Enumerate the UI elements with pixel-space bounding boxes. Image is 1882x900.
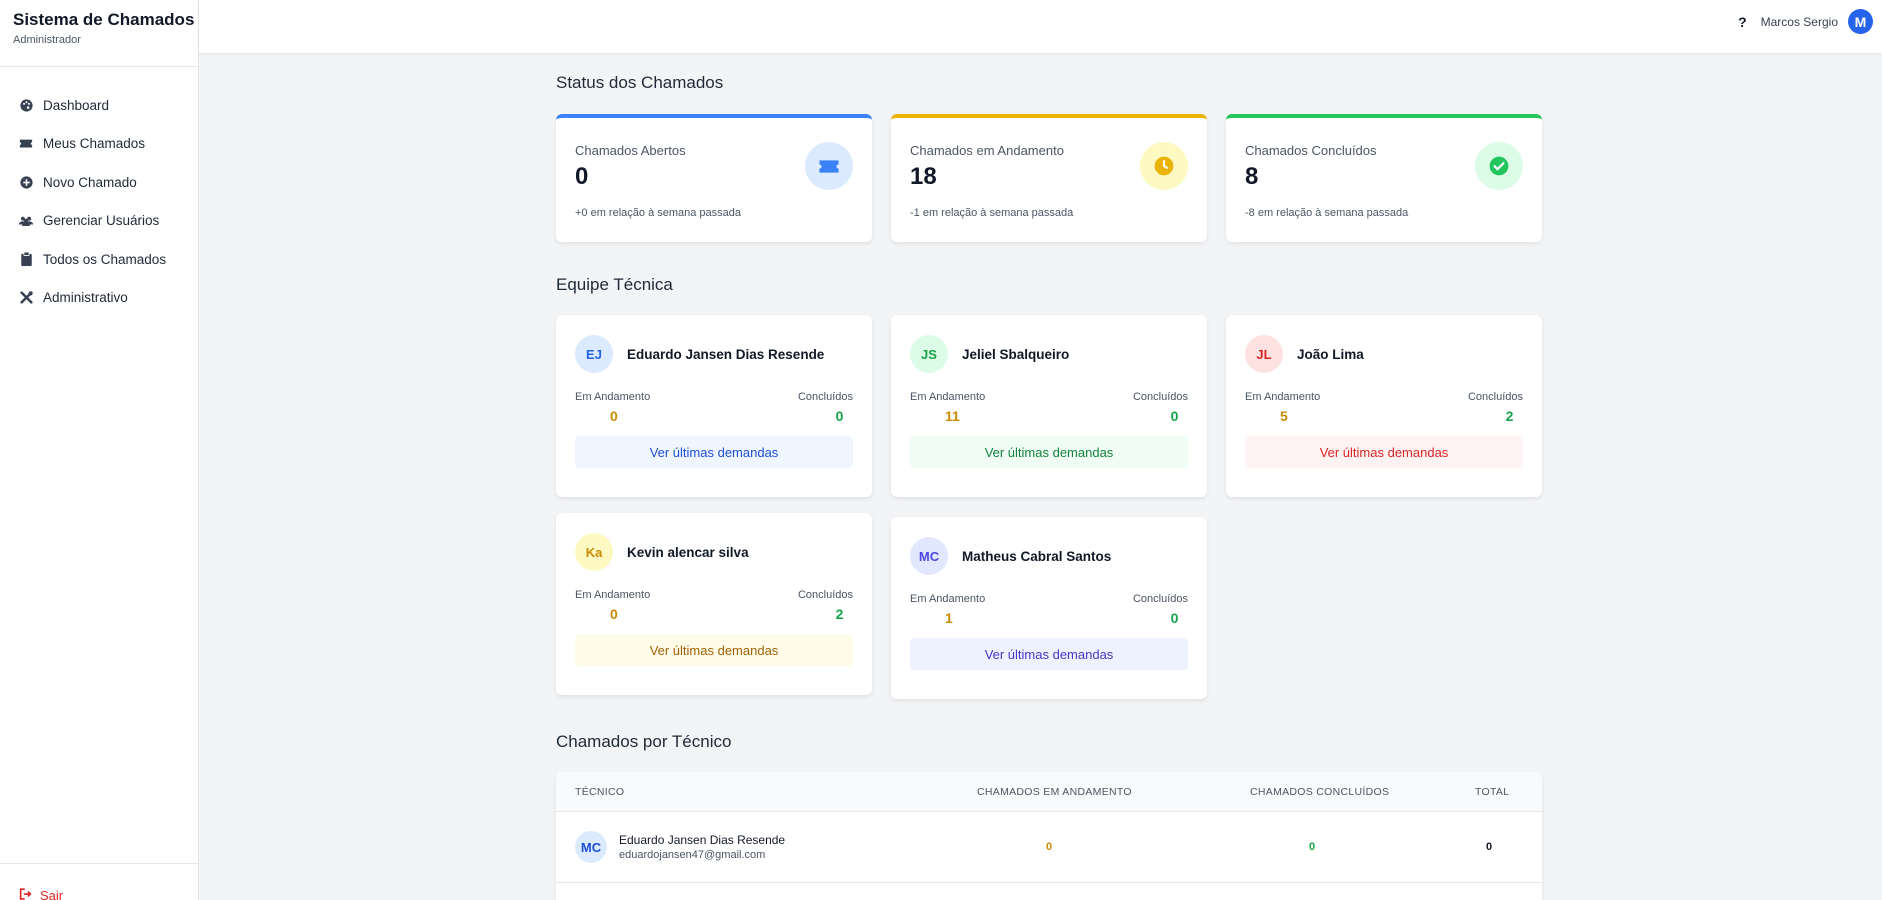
in-progress-count: 0 [1046,841,1053,853]
plus-circle-icon [19,175,33,189]
column-header: TÉCNICO [575,786,625,798]
clock-icon [1140,142,1188,190]
table-row[interactable]: MC Eduardo Jansen Dias Resende eduardoja… [556,812,1542,883]
in-progress-count: 0 [610,606,618,622]
status-section-title: Status dos Chamados [556,73,724,92]
stat-card-concluidos: Chamados Concluídos 8 -8 em relação à se… [1226,114,1542,242]
avatar[interactable]: M [1848,9,1873,34]
done-count: 2 [1505,408,1514,424]
tech-avatar: JL [1245,335,1283,373]
stat-trend: +0 em relação à semana passada [575,207,742,219]
done-count: 0 [835,408,844,424]
sidebar-item-gerenciar-usuarios[interactable]: Gerenciar Usuários [0,202,198,241]
in-progress-count: 1 [945,610,953,626]
sidebar-item-todos-chamados[interactable]: Todos os Chamados [0,240,198,279]
view-demands-button[interactable]: Ver últimas demandas [1245,436,1523,468]
stat-trend: -8 em relação à semana passada [1245,207,1409,219]
by-tech-section-title: Chamados por Técnico [556,732,732,751]
in-progress-label: Em Andamento [910,391,986,403]
users-icon [19,214,33,228]
done-count: 0 [1170,408,1179,424]
in-progress-count: 0 [610,408,618,424]
tech-name: Kevin alencar silva [627,544,749,560]
tech-card: MC Matheus Cabral Santos Em Andamento 1 … [891,517,1207,699]
tech-avatar: MC [910,537,948,575]
user-menu: ? Marcos Sergio M [1738,9,1873,34]
ticket-icon [805,142,853,190]
check-circle-icon [1475,142,1523,190]
tech-name: Eduardo Jansen Dias Resende [619,833,786,847]
view-demands-button[interactable]: Ver últimas demandas [910,436,1188,468]
brand: Sistema de Chamados Administrador [0,0,198,67]
tech-card: JS Jeliel Sbalqueiro Em Andamento 11 Con… [891,315,1207,497]
stat-card-andamento: Chamados em Andamento 18 -1 em relação à… [891,114,1207,242]
table-header: TÉCNICO CHAMADOS EM ANDAMENTO CHAMADOS C… [556,772,1542,812]
tech-table: TÉCNICO CHAMADOS EM ANDAMENTO CHAMADOS C… [556,772,1542,900]
tech-card: JL João Lima Em Andamento 5 Concluídos 2… [1226,315,1542,497]
tech-avatar: Ka [575,533,613,571]
tech-name: Jeliel Sbalqueiro [962,346,1070,362]
sidebar-item-label: Gerenciar Usuários [43,213,160,229]
help-button[interactable]: ? [1738,14,1747,30]
done-label: Concluídos [1132,593,1188,605]
done-label: Concluídos [1467,391,1523,403]
sidebar: Sistema de Chamados Administrador Dashbo… [0,0,199,900]
sidebar-nav: Dashboard Meus Chamados Novo Chamado Ger… [0,67,198,317]
stat-trend: -1 em relação à semana passada [910,207,1074,219]
tech-name: Eduardo Jansen Dias Resende [627,346,825,362]
view-demands-button[interactable]: Ver últimas demandas [575,634,853,666]
in-progress-label: Em Andamento [575,589,651,601]
sidebar-item-label: Dashboard [43,97,110,113]
in-progress-count: 11 [945,408,960,424]
sidebar-item-label: Novo Chamado [43,174,137,190]
tech-name: Matheus Cabral Santos [962,548,1112,564]
topbar: ? Marcos Sergio M [199,0,1882,53]
sidebar-item-novo-chamado[interactable]: Novo Chamado [0,163,198,202]
tech-email: eduardojansen47@gmail.com [619,849,766,861]
in-progress-label: Em Andamento [910,593,986,605]
in-progress-count: 5 [1280,408,1288,424]
palette-icon [19,98,33,112]
done-label: Concluídos [1132,391,1188,403]
team-section-title: Equipe Técnica [556,275,673,294]
user-role: Administrador [13,34,81,46]
done-count: 0 [1170,610,1179,626]
column-header: CHAMADOS CONCLUÍDOS [1250,786,1390,798]
in-progress-label: Em Andamento [1245,391,1321,403]
sidebar-item-label: Administrativo [43,290,128,306]
tech-avatar: JS [910,335,948,373]
avatar: MC [575,831,607,863]
in-progress-label: Em Andamento [575,391,651,403]
sidebar-item-administrativo[interactable]: Administrativo [0,279,198,318]
column-header: TOTAL [1475,786,1510,798]
tech-card: Ka Kevin alencar silva Em Andamento 0 Co… [556,513,872,695]
stat-card-abertos: Chamados Abertos 0 +0 em relação à seman… [556,114,872,242]
tools-icon [19,291,33,305]
tech-card: EJ Eduardo Jansen Dias Resende Em Andame… [556,315,872,497]
sidebar-item-label: Todos os Chamados [43,251,167,267]
logout-label: Sair [40,888,64,900]
tech-name: João Lima [1297,346,1364,362]
ticket-icon [19,137,33,151]
done-label: Concluídos [797,391,853,403]
total-count: 0 [1486,841,1493,853]
done-label: Concluídos [797,589,853,601]
sidebar-item-label: Meus Chamados [43,136,146,152]
clipboard-icon [19,252,33,267]
app-title: Sistema de Chamados [13,10,195,29]
user-name[interactable]: Marcos Sergio [1761,15,1838,29]
done-count: 2 [835,606,844,622]
tech-avatar: EJ [575,335,613,373]
done-count: 0 [1309,841,1316,853]
view-demands-button[interactable]: Ver últimas demandas [575,436,853,468]
sidebar-item-meus-chamados[interactable]: Meus Chamados [0,125,198,164]
logout-button[interactable]: Sair [0,863,199,900]
column-header: CHAMADOS EM ANDAMENTO [977,786,1132,798]
view-demands-button[interactable]: Ver últimas demandas [910,638,1188,670]
sign-out-icon [19,888,32,900]
sidebar-item-dashboard[interactable]: Dashboard [0,86,198,125]
